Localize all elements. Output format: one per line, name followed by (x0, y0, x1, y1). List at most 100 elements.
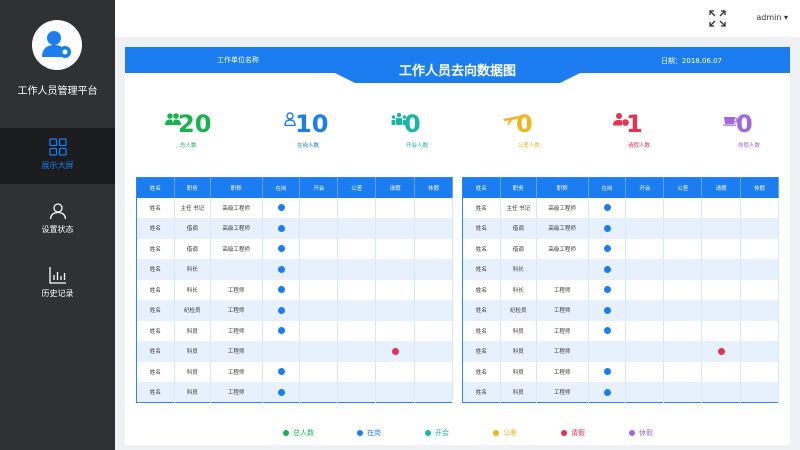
status-dot (277, 245, 285, 253)
cell-name: 姓名 (462, 361, 501, 382)
legend-dot (425, 430, 431, 436)
cell-status (299, 197, 339, 218)
cell-status (588, 259, 627, 280)
cell-status (299, 238, 339, 259)
cell-status (701, 218, 742, 239)
cell-status (414, 361, 453, 382)
cell-title: 工程师 (210, 320, 263, 341)
table-row: 姓名 科员 工程师 (462, 382, 779, 403)
grid-icon (48, 138, 67, 156)
table-row: 姓名 科员 工程师 (462, 361, 779, 382)
cell-status (262, 197, 301, 218)
main-content: 工作单位名称 工作人员去向数据图 日期：2018.06.07 20 总人数 10… (115, 37, 800, 450)
cell-name: 姓名 (136, 361, 175, 382)
cell-status (701, 382, 742, 403)
cell-name: 姓名 (136, 382, 175, 403)
legend-label: 总人数 (293, 429, 314, 437)
table-row: 姓名 纪检员 工程师 (136, 300, 453, 321)
cell-name: 姓名 (462, 300, 501, 321)
cell-title: 高级工程师 (536, 238, 589, 259)
cell-status (375, 300, 416, 321)
cell-status (414, 320, 453, 341)
status-dot (603, 327, 611, 335)
cell-name: 姓名 (462, 279, 501, 300)
cell-status (375, 320, 416, 341)
cell-status (299, 300, 339, 321)
stat-value: 20 (178, 110, 212, 138)
table-row: 姓名 科员 工程师 (462, 341, 779, 362)
cell-status (588, 382, 627, 403)
cell-name: 姓名 (462, 382, 501, 403)
cell-status (625, 259, 665, 280)
cell-post: 科长 (174, 279, 211, 300)
column-header: 姓名 (136, 177, 175, 198)
column-header: 在岗 (262, 177, 301, 198)
legend-on-duty: 在岗 (357, 428, 381, 438)
fullscreen-icon[interactable] (709, 10, 726, 27)
legend-dot (283, 430, 289, 436)
cell-status (701, 279, 742, 300)
table-row: 姓名 主任 书记 高级工程师 (462, 197, 779, 218)
cell-status (337, 238, 377, 259)
cell-title: 工程师 (536, 300, 589, 321)
nav-label: 历史记录 (41, 289, 74, 298)
nav-item-settings[interactable]: 设置状态 (0, 192, 115, 248)
nav-label: 展示大屏 (41, 161, 74, 170)
table-row: 姓名 纪检员 工程师 (462, 300, 779, 321)
stat-value: 0 (404, 110, 421, 138)
cell-status (663, 197, 703, 218)
stat-label: 在岗人数 (297, 143, 320, 149)
cell-status (663, 279, 703, 300)
cell-post: 主任 书记 (500, 197, 537, 218)
cell-status (375, 382, 416, 403)
column-header: 请假 (375, 177, 416, 198)
cell-status (337, 382, 377, 403)
column-header: 休假 (740, 177, 779, 198)
status-dot (603, 306, 611, 314)
sidebar: 工作人员管理平台 展示大屏 设置状态 历史记录 (0, 0, 115, 450)
nav-item-dashboard[interactable]: 展示大屏 (0, 128, 115, 184)
nav-item-history[interactable]: 历史记录 (0, 256, 115, 312)
cell-status (625, 320, 665, 341)
cell-title: 高级工程师 (210, 218, 263, 239)
stat-label: 休假人数 (738, 143, 761, 149)
table-row: 姓名 借调 高级工程师 (136, 218, 453, 239)
stat-value: 0 (516, 110, 533, 138)
cell-status (262, 300, 301, 321)
cell-post: 科长 (500, 279, 537, 300)
cell-status (701, 197, 742, 218)
status-dot (277, 265, 285, 273)
cell-status (262, 218, 301, 239)
column-header: 职称 (536, 177, 589, 198)
cell-status (625, 382, 665, 403)
status-dot (603, 286, 611, 294)
cell-status (588, 218, 627, 239)
cell-name: 姓名 (136, 341, 175, 362)
cell-status (337, 197, 377, 218)
cell-status (701, 300, 742, 321)
cell-status (625, 238, 665, 259)
cell-status (262, 259, 301, 280)
admin-avatar-icon (32, 20, 82, 70)
table-row: 姓名 科员 工程师 (136, 361, 453, 382)
cell-name: 姓名 (136, 279, 175, 300)
column-header: 请假 (701, 177, 742, 198)
cell-name: 姓名 (462, 238, 501, 259)
table-row: 姓名 科长 工程师 (462, 279, 779, 300)
table-row: 姓名 科长 (136, 259, 453, 280)
cell-status (299, 259, 339, 280)
cell-status (299, 218, 339, 239)
legend-meeting: 开会 (425, 428, 449, 438)
cell-status (701, 238, 742, 259)
table-row: 姓名 科长 (462, 259, 779, 280)
table-row: 姓名 科长 工程师 (136, 279, 453, 300)
status-dot (277, 388, 285, 396)
cell-name: 姓名 (136, 300, 175, 321)
legend-dot (357, 430, 363, 436)
cell-status (663, 361, 703, 382)
status-dot (603, 245, 611, 253)
column-header: 公差 (663, 177, 703, 198)
cell-status (663, 218, 703, 239)
user-menu[interactable]: admin ▾ (756, 13, 788, 22)
cell-status (375, 218, 416, 239)
